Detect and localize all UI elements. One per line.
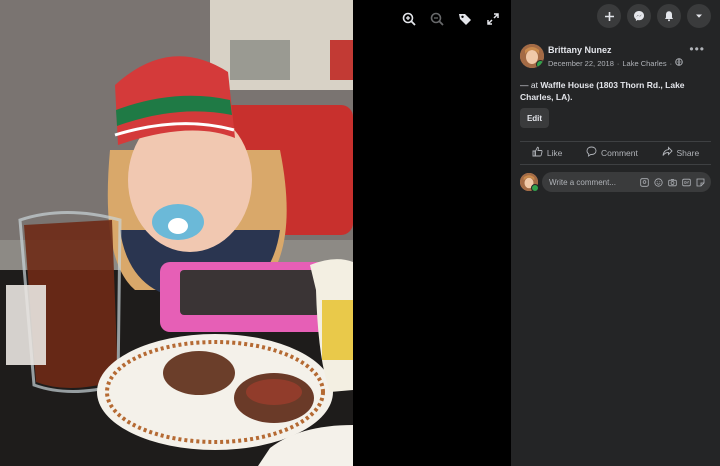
post-photo[interactable] <box>0 0 353 466</box>
zoom-out-icon[interactable] <box>427 9 447 29</box>
author-name[interactable]: Brittany Nunez <box>548 45 612 55</box>
post-date[interactable]: December 22, 2018 <box>548 59 614 68</box>
comment-input-wrapper <box>542 172 711 192</box>
thumbs-up-icon <box>532 146 543 159</box>
fullscreen-icon[interactable] <box>483 9 503 29</box>
like-label: Like <box>546 147 563 158</box>
share-label: Share <box>676 147 700 158</box>
share-icon <box>662 146 673 159</box>
camera-icon[interactable] <box>667 177 677 187</box>
messenger-icon[interactable] <box>627 4 651 28</box>
photo-viewer <box>0 0 511 466</box>
post-location[interactable]: Lake Charles <box>622 59 666 68</box>
notifications-icon[interactable] <box>657 4 681 28</box>
comment-button[interactable]: Comment <box>586 146 638 159</box>
post-text: — at Waffle House (1803 Thorn Rd., Lake … <box>520 79 700 103</box>
comment-input-tools <box>639 177 711 187</box>
post-actions: Like Comment Share <box>520 146 711 159</box>
share-button[interactable]: Share <box>662 146 700 159</box>
top-bar <box>597 4 711 28</box>
sticker-icon[interactable] <box>695 177 705 187</box>
online-status-dot <box>536 60 544 68</box>
tag-icon[interactable] <box>455 9 475 29</box>
comment-composer <box>520 172 711 192</box>
comment-input[interactable] <box>542 176 639 188</box>
comment-icon <box>586 146 597 159</box>
post-text-prefix: — at <box>520 80 541 90</box>
emoji-icon[interactable] <box>653 177 663 187</box>
like-button[interactable]: Like <box>532 146 563 159</box>
plus-icon[interactable] <box>597 4 621 28</box>
commenter-avatar[interactable] <box>520 173 539 192</box>
gif-icon[interactable] <box>681 177 691 187</box>
meta-separator: · <box>669 58 673 68</box>
divider <box>520 164 711 165</box>
avatar-sticker-icon[interactable] <box>639 177 649 187</box>
post-meta: December 22, 2018 · Lake Charles · <box>548 58 683 68</box>
online-status-dot <box>531 184 539 192</box>
more-options-icon[interactable]: ••• <box>689 42 705 56</box>
post-side-panel: Brittany Nunez December 22, 2018 · Lake … <box>511 0 720 466</box>
author-avatar[interactable] <box>520 44 544 68</box>
globe-icon <box>675 58 683 68</box>
account-menu-icon[interactable] <box>687 4 711 28</box>
divider <box>520 141 711 142</box>
meta-separator: · <box>616 58 620 68</box>
edit-button[interactable]: Edit <box>520 108 549 128</box>
check-in-place[interactable]: Waffle House (1803 Thorn Rd., Lake Charl… <box>520 80 685 102</box>
zoom-in-icon[interactable] <box>399 9 419 29</box>
viewer-toolbar <box>399 9 503 29</box>
photo-illustration <box>0 0 353 466</box>
comment-label: Comment <box>601 147 638 158</box>
